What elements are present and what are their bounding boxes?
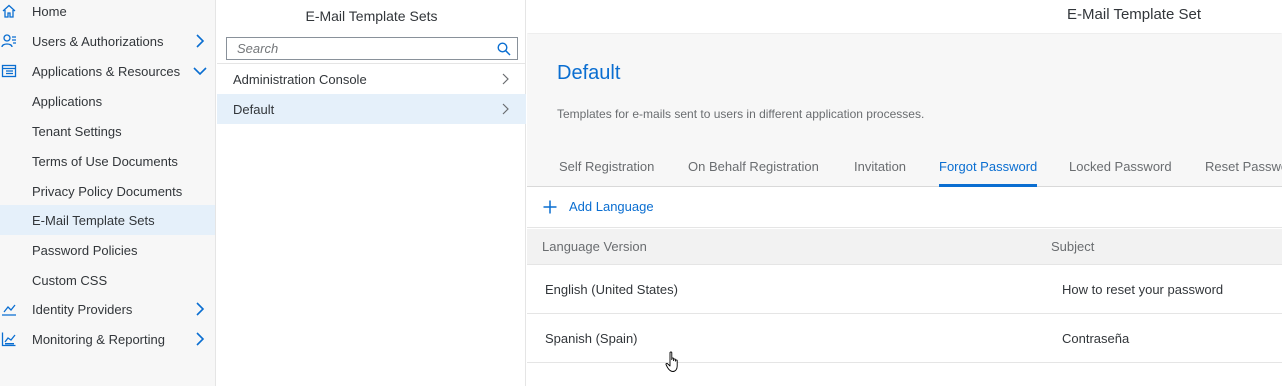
sidebar-item-applications[interactable]: Applications [0,86,215,116]
table-toolbar: Add Language [527,188,1282,228]
chevron-down-icon [193,67,207,76]
detail-title: E-Mail Template Set [527,0,1282,33]
add-language-label: Add Language [569,199,654,214]
plus-icon [543,200,557,213]
sidebar-item-home[interactable]: Home [0,0,215,26]
sidebar-item-label: Home [32,3,67,19]
tab-on-behalf-registration[interactable]: On Behalf Registration [688,149,819,187]
monitoring-icon [1,332,16,347]
sidebar-item-password-policies[interactable]: Password Policies [0,235,215,265]
cell-subject: Contraseña [1062,331,1130,346]
sidebar-item-tenant-settings[interactable]: Tenant Settings [0,116,215,146]
list-item-default[interactable]: Default [217,94,526,124]
cell-language: Spanish (Spain) [545,331,638,346]
tab-invitation[interactable]: Invitation [854,149,906,187]
object-header: Default Templates for e-mails sent to us… [527,34,1282,187]
home-icon [2,4,16,18]
sidebar-item-label: Tenant Settings [32,123,122,139]
tab-self-registration[interactable]: Self Registration [559,149,654,187]
template-set-list: Administration Console Default [217,63,526,124]
sidebar-item-label: Privacy Policy Documents [32,183,183,199]
identity-providers-icon [2,304,16,316]
object-description: Templates for e-mails sent to users in d… [557,107,925,121]
chevron-right-icon [196,302,205,316]
chevron-right-icon [502,73,509,85]
sidebar-item-applications-resources[interactable]: Applications & Resources [0,56,215,86]
column-header-subject: Subject [1051,239,1095,254]
users-icon [1,34,16,48]
chevron-right-icon [196,34,205,48]
sidebar-item-label: Users & Authorizations [32,33,164,49]
sidebar-item-label: Applications [32,93,103,109]
search-input[interactable] [227,38,489,59]
sidebar-item-terms-of-use[interactable]: Terms of Use Documents [0,146,215,176]
search-icon[interactable] [497,42,511,56]
detail-panel: E-Mail Template Set Default Templates fo… [527,0,1282,386]
table-row[interactable]: English (United States) How to reset you… [527,265,1282,314]
cell-subject: How to reset your password [1062,282,1224,297]
sidebar-item-label: Terms of Use Documents [32,153,178,169]
sidebar-item-label: Custom CSS [32,272,108,288]
table-header: Language Version Subject [527,229,1282,265]
sidebar-item-label: Identity Providers [32,301,133,317]
sidebar-item-label: Password Policies [32,242,138,258]
tab-reset-password[interactable]: Reset Passwo [1205,149,1282,187]
chevron-right-icon [502,103,509,115]
sidebar-item-custom-css[interactable]: Custom CSS [0,265,215,295]
sidebar-item-privacy-policy[interactable]: Privacy Policy Documents [0,176,215,206]
sidebar-item-label: Monitoring & Reporting [32,331,165,347]
tab-locked-password[interactable]: Locked Password [1069,149,1172,187]
chevron-right-icon [196,332,205,346]
search-field[interactable] [226,37,518,60]
sidebar: Home Users & Authorizations Applications… [0,0,216,386]
applications-icon [1,64,17,78]
master-title: E-Mail Template Sets [305,8,438,24]
sidebar-item-label: E-Mail Template Sets [32,212,155,228]
sidebar-item-monitoring-reporting[interactable]: Monitoring & Reporting [0,324,215,354]
sidebar-item-users-authorizations[interactable]: Users & Authorizations [0,26,215,56]
sidebar-item-label: Applications & Resources [32,63,181,79]
tab-forgot-password[interactable]: Forgot Password [939,149,1038,187]
sidebar-item-identity-providers[interactable]: Identity Providers [0,294,215,324]
tab-bar: Self Registration On Behalf Registration… [527,149,1282,187]
list-item-administration-console[interactable]: Administration Console [217,64,526,94]
add-language-button[interactable]: Add Language [543,199,654,214]
hand-cursor-icon [665,351,678,372]
master-panel: E-Mail Template Sets Administration Cons… [217,0,526,386]
column-header-language: Language Version [542,239,647,254]
list-item-label: Administration Console [233,71,367,87]
language-table: Language Version Subject English (United… [527,229,1282,363]
list-item-label: Default [233,101,275,117]
table-row[interactable]: Spanish (Spain) Contraseña [527,314,1282,363]
object-title: Default [557,62,621,84]
sidebar-item-email-template-sets[interactable]: E-Mail Template Sets [0,205,215,235]
cell-language: English (United States) [545,282,678,297]
